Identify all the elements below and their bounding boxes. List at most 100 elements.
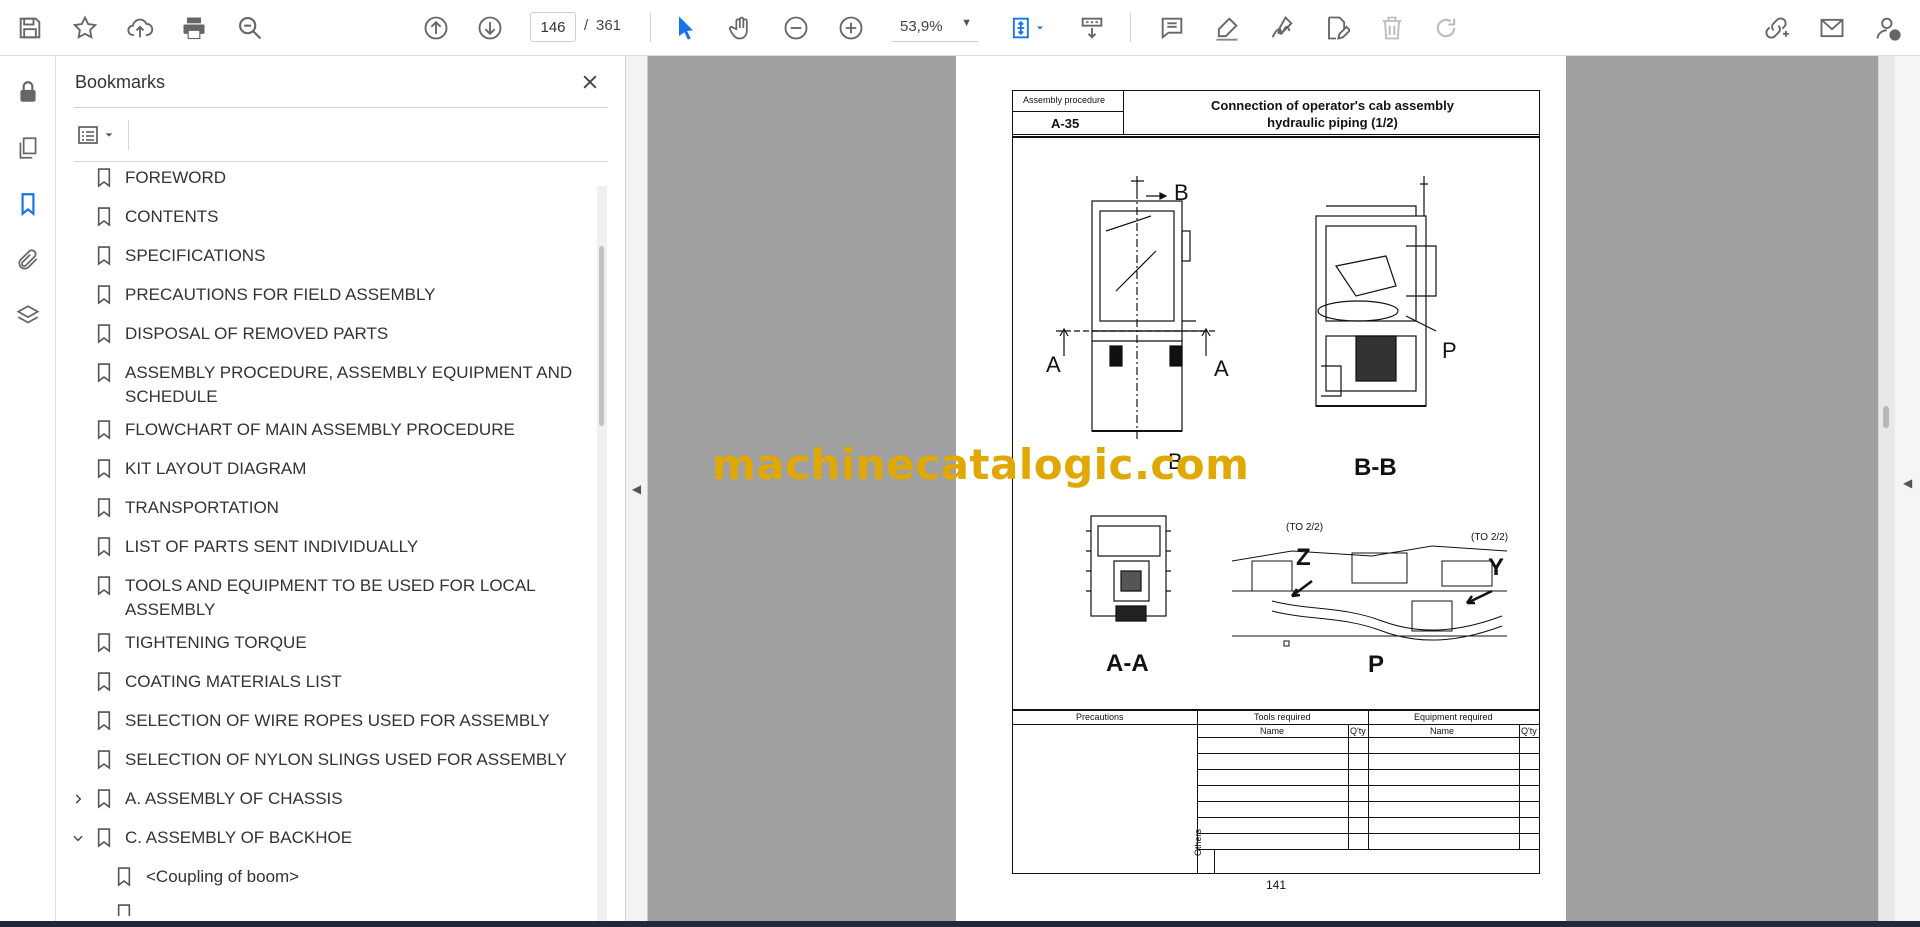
chevron-right-icon[interactable]	[70, 789, 86, 809]
bookmark-item[interactable]: PRECAUTIONS FOR FIELD ASSEMBLY	[56, 283, 592, 318]
title-line-1: Connection of operator's cab assembly	[1211, 98, 1454, 113]
bookmark-item[interactable]: LIST OF PARTS SENT INDIVIDUALLY	[56, 535, 592, 570]
scrollbar-thumb[interactable]	[599, 246, 604, 426]
tools-qty-header: Q'ty	[1350, 726, 1366, 736]
save-icon[interactable]	[12, 10, 48, 46]
bookmark-item[interactable]: C. ASSEMBLY OF BACKHOE	[56, 826, 592, 861]
bookmark-item[interactable]: FLOWCHART OF MAIN ASSEMBLY PROCEDURE	[56, 418, 592, 453]
lock-icon[interactable]	[10, 74, 46, 110]
bookmark-item[interactable]: TIGHTENING TORQUE	[56, 631, 592, 666]
bookmark-scrollbar[interactable]	[597, 186, 607, 921]
bookmark-item[interactable]: <Coupling of boom>	[56, 865, 592, 900]
bookmark-icon	[96, 789, 114, 811]
label-y: Y	[1488, 554, 1505, 581]
bookmark-list: FOREWORD CONTENTS SPECIFICATIONS PRECAUTION…	[56, 166, 592, 916]
bookmark-item[interactable]: SELECTION OF WIRE ROPES USED FOR ASSEMBL…	[56, 709, 592, 744]
bookmark-item[interactable]: SPECIFICATIONS	[56, 244, 592, 279]
hand-tool-icon[interactable]	[723, 10, 759, 46]
toolbar-divider	[1130, 12, 1131, 42]
bookmark-label: KIT LAYOUT DIAGRAM	[125, 459, 307, 478]
label-a-right: A	[1214, 356, 1229, 381]
attachment-icon[interactable]	[10, 242, 46, 278]
bookmark-item[interactable]: COATING MATERIALS LIST	[56, 670, 592, 705]
bookmark-icon	[96, 324, 114, 346]
bookmark-icon	[116, 904, 134, 916]
equipment-qty-header: Q'ty	[1521, 726, 1537, 736]
divider	[1197, 769, 1540, 770]
bookmark-label-continued: SCHEDULE	[125, 387, 218, 406]
comment-icon[interactable]	[1154, 10, 1190, 46]
upload-cloud-icon[interactable]	[122, 10, 158, 46]
delete-icon[interactable]	[1374, 10, 1410, 46]
page-number: 141	[1266, 878, 1287, 892]
bookmark-icon	[96, 576, 114, 598]
equipment-name-header: Name	[1430, 726, 1455, 736]
close-icon[interactable]	[576, 68, 604, 96]
print-icon[interactable]	[176, 10, 212, 46]
bookmark-icon	[96, 246, 114, 268]
email-icon[interactable]	[1814, 10, 1850, 46]
bookmark-label: ASSEMBLY PROCEDURE, ASSEMBLY EQUIPMENT A…	[125, 363, 573, 382]
bookmark-panel-icon[interactable]	[10, 186, 46, 222]
bookmark-label: CONTENTS	[125, 207, 219, 226]
bookmark-icon	[96, 459, 114, 481]
label-aa: A-A	[1106, 650, 1149, 677]
bookmark-item[interactable]: SELECTION OF NYLON SLINGS USED FOR ASSEM…	[56, 748, 592, 783]
bookmark-item[interactable]: TOOLS AND EQUIPMENT TO BE USED FOR LOCAL…	[56, 574, 592, 627]
divider	[74, 107, 608, 108]
chevron-left-icon[interactable]: ◀	[1903, 476, 1912, 490]
fit-page-dropdown-icon[interactable]	[1030, 10, 1050, 46]
divider	[1012, 136, 1540, 138]
document-scrollbar[interactable]	[1879, 56, 1895, 921]
next-page-icon[interactable]	[472, 10, 508, 46]
bookmark-item[interactable]: DISPOSAL OF REMOVED PARTS	[56, 322, 592, 357]
bookmark-item[interactable]: ASSEMBLY PROCEDURE, ASSEMBLY EQUIPMENT A…	[56, 361, 592, 414]
header-cell: A-35	[1012, 111, 1124, 135]
account-icon[interactable]	[1870, 10, 1906, 46]
previous-page-icon[interactable]	[418, 10, 454, 46]
header-cell: Assembly procedure	[1012, 90, 1124, 112]
bookmark-item[interactable]: FOREWORD	[56, 166, 592, 201]
right-side-strip: ◀	[1878, 56, 1920, 921]
total-pages: 361	[596, 17, 622, 34]
bookmark-label: <Coupling of boom>	[146, 867, 300, 886]
zoom-level-select[interactable]: 53,9% ▼	[892, 12, 978, 42]
collapse-panel-button[interactable]: ◀	[626, 56, 648, 921]
divider	[1348, 724, 1349, 849]
select-cursor-icon[interactable]	[668, 10, 704, 46]
draw-signature-icon[interactable]	[1264, 10, 1300, 46]
label-p-detail: P	[1368, 651, 1385, 678]
page-separator: /	[584, 17, 589, 34]
page-thumbnails-icon[interactable]	[10, 130, 46, 166]
bookmark-label: DISPOSAL OF REMOVED PARTS	[125, 324, 389, 343]
zoom-out-icon[interactable]	[778, 10, 814, 46]
share-link-icon[interactable]	[1758, 10, 1794, 46]
bookmark-item[interactable]: CONTENTS	[56, 205, 592, 240]
bookmark-label: PRECAUTIONS FOR FIELD ASSEMBLY	[125, 285, 436, 304]
bookmark-label: SELECTION OF NYLON SLINGS USED FOR ASSEM…	[125, 750, 567, 769]
star-icon[interactable]	[67, 10, 103, 46]
chevron-down-icon[interactable]	[70, 828, 86, 848]
bookmark-options-button[interactable]	[76, 120, 126, 150]
tools-name-header: Name	[1260, 726, 1285, 736]
redo-icon[interactable]	[1428, 10, 1464, 46]
zoom-value: 53,9%	[900, 18, 943, 35]
layers-icon[interactable]	[10, 298, 46, 334]
page-number-input[interactable]	[530, 12, 576, 42]
scrollbar-thumb[interactable]	[1883, 406, 1889, 428]
scroll-mode-icon[interactable]	[1074, 10, 1110, 46]
highlight-pen-icon[interactable]	[1209, 10, 1245, 46]
bookmark-icon	[116, 867, 134, 889]
bookmark-icon	[96, 672, 114, 694]
zoom-search-icon[interactable]	[232, 10, 268, 46]
bookmark-label: COATING MATERIALS LIST	[125, 672, 342, 691]
bookmark-item[interactable]: A. ASSEMBLY OF CHASSIS	[56, 787, 592, 822]
cab-front-view-drawing	[1056, 176, 1216, 441]
precautions-header: Precautions	[1076, 712, 1124, 722]
edit-text-icon[interactable]	[1318, 10, 1354, 46]
bookmark-item[interactable]: TRANSPORTATION	[56, 496, 592, 531]
zoom-in-icon[interactable]	[833, 10, 869, 46]
toolbar-divider	[650, 12, 651, 42]
bookmark-label: SPECIFICATIONS	[125, 246, 266, 265]
bookmark-item[interactable]: KIT LAYOUT DIAGRAM	[56, 457, 592, 492]
